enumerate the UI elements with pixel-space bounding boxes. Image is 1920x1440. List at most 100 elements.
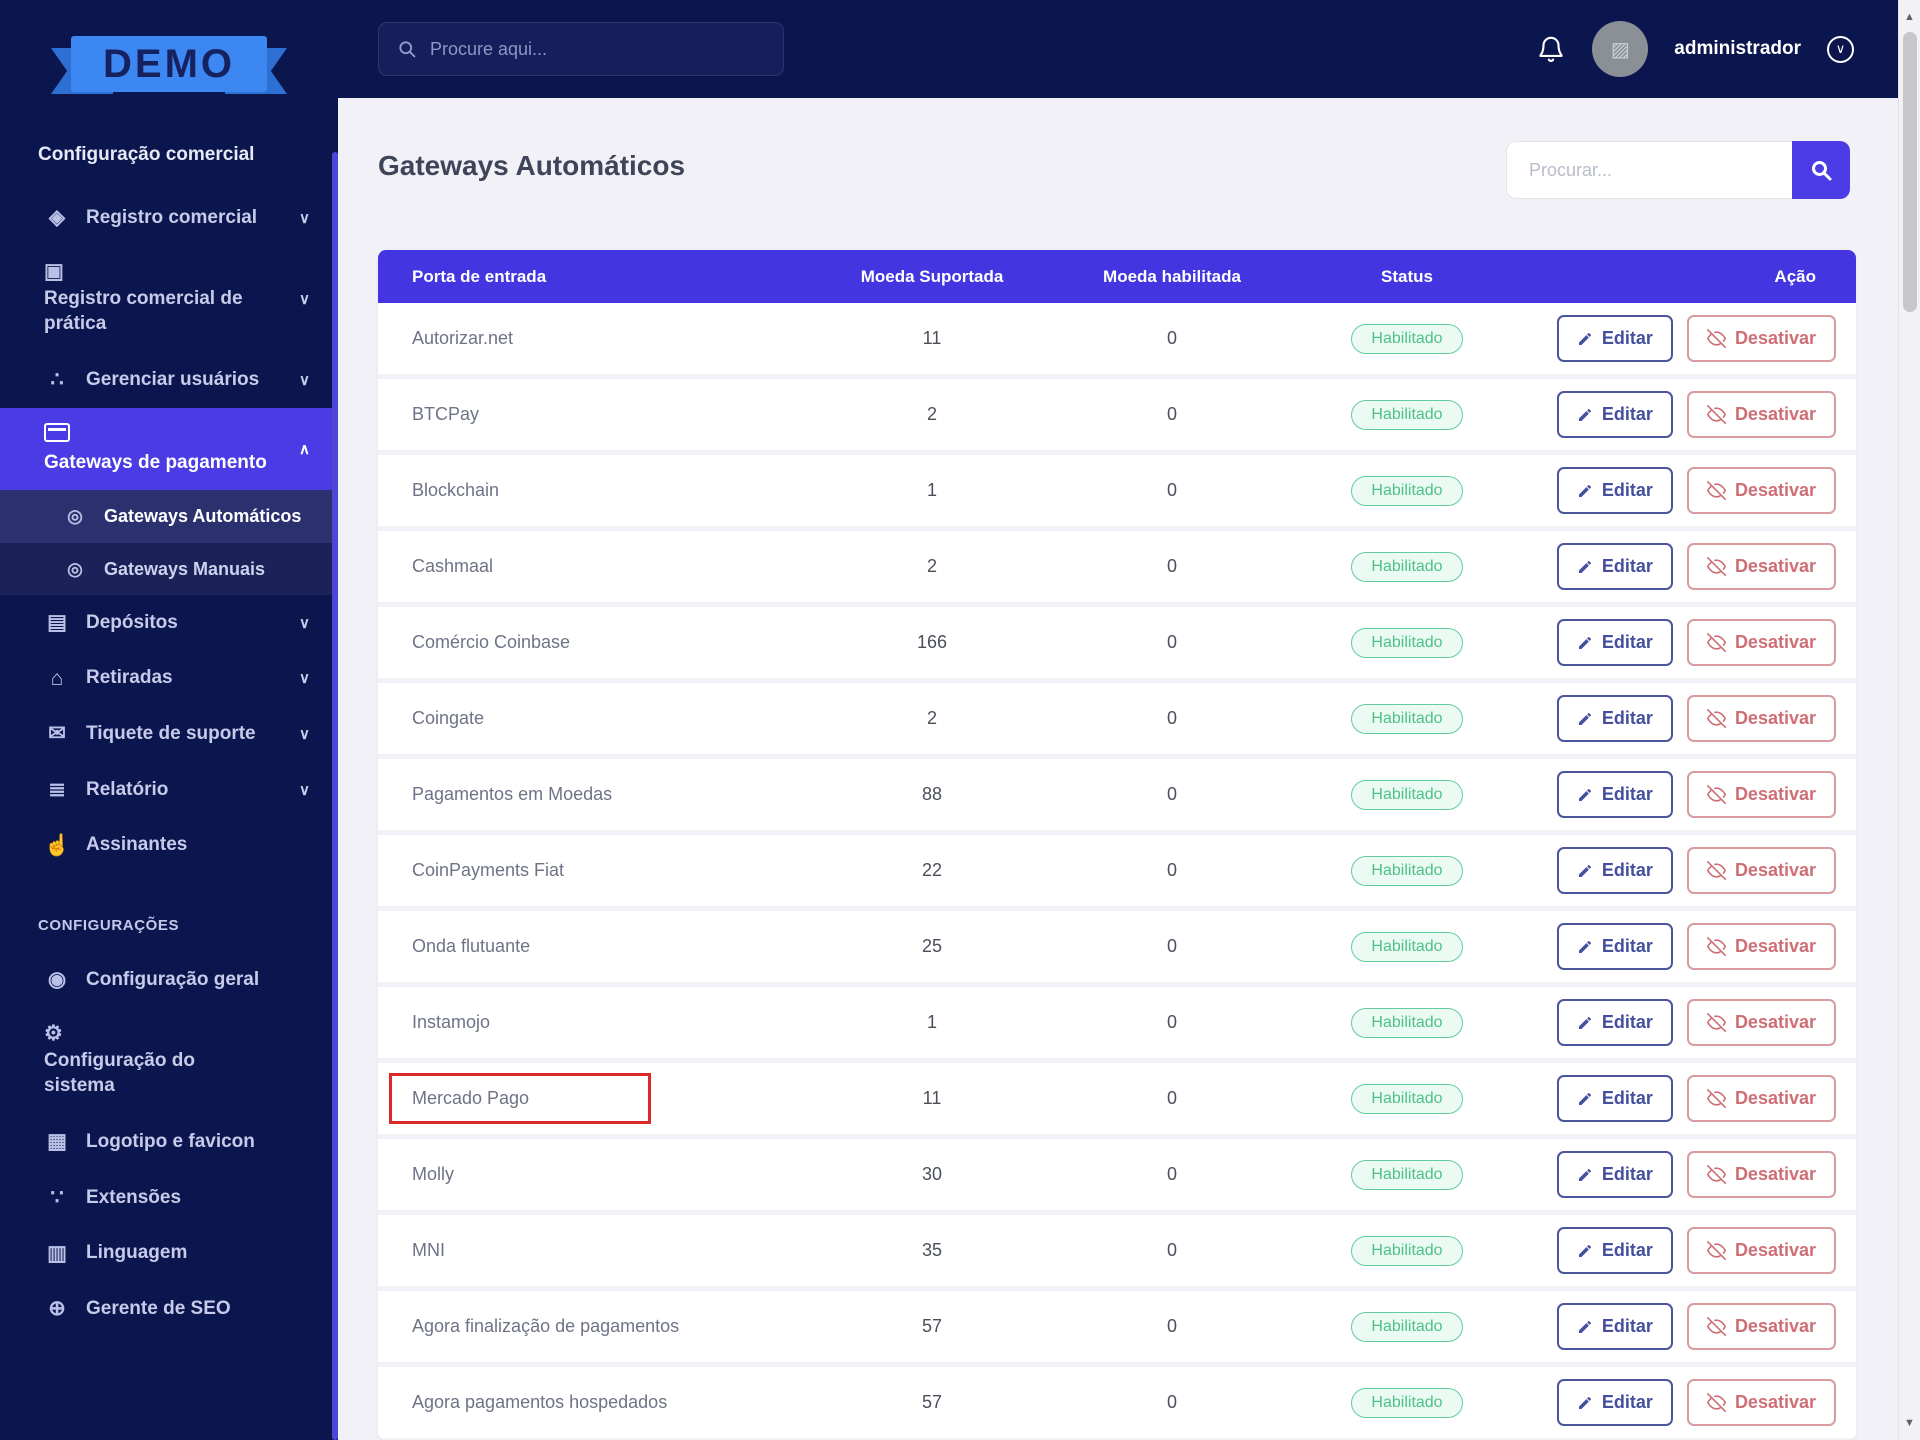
disable-button[interactable]: Desativar xyxy=(1686,1151,1836,1198)
disable-button[interactable]: Desativar xyxy=(1686,619,1836,666)
edit-button-label: Editar xyxy=(1601,1088,1653,1108)
eye-slash-icon xyxy=(1706,785,1726,804)
edit-button[interactable]: Editar xyxy=(1556,847,1673,894)
enabled-currency-count: 0 xyxy=(1166,708,1177,728)
edit-button[interactable]: Editar xyxy=(1556,391,1673,438)
disable-button-label: Desativar xyxy=(1734,1240,1816,1260)
disable-button[interactable]: Desativar xyxy=(1686,771,1836,818)
edit-button[interactable]: Editar xyxy=(1556,1303,1673,1350)
sidebar-item-extensoes[interactable]: ∵ Extensões xyxy=(0,1170,338,1226)
enabled-currency-count: 0 xyxy=(1166,1012,1177,1032)
edit-button[interactable]: Editar xyxy=(1556,315,1673,362)
credit-card-icon xyxy=(44,422,70,446)
scrollbar-down-arrow-icon[interactable]: ▼ xyxy=(1899,1412,1920,1434)
pencil-icon xyxy=(1578,864,1591,877)
gateways-table-card: Porta de entrada Moeda Suportada Moeda h… xyxy=(378,250,1856,1440)
sidebar-item-logotipo-e-favicon[interactable]: ▦ Logotipo e favicon xyxy=(0,1114,338,1170)
disable-button[interactable]: Desativar xyxy=(1686,1227,1836,1274)
sidebar-item-linguagem[interactable]: ▥ Linguagem xyxy=(0,1225,338,1281)
disable-button[interactable]: Desativar xyxy=(1686,1075,1836,1122)
sidebar-item-relatorio[interactable]: ≣ Relatório ∨ xyxy=(0,762,338,818)
app-window: DEMO Configuração comercial ◈ Registro com… xyxy=(0,0,1920,1440)
sidebar-item-tiquete-de-suporte[interactable]: ✉ Tiquete de suporte ∨ xyxy=(0,706,338,762)
pencil-icon xyxy=(1578,940,1591,953)
sidebar-item-configuracao-do-sistema[interactable]: ⚙ Configuração do sistema xyxy=(0,1008,338,1114)
sidebar-item-registro-comercial-de-pratica[interactable]: ▣ Registro comercial de prática ∨ xyxy=(0,246,338,352)
edit-button[interactable]: Editar xyxy=(1556,1151,1673,1198)
disable-button[interactable]: Desativar xyxy=(1686,923,1836,970)
scrollbar-thumb[interactable] xyxy=(1903,32,1917,312)
edit-button-label: Editar xyxy=(1601,708,1653,728)
disable-button[interactable]: Desativar xyxy=(1686,315,1836,362)
table-row: Coingate 2 0 Habilitado Editar Desativar xyxy=(378,683,1856,759)
edit-button[interactable]: Editar xyxy=(1556,923,1673,970)
circle-dot-icon: ◎ xyxy=(67,558,83,579)
edit-button[interactable]: Editar xyxy=(1556,999,1673,1046)
disable-button-label: Desativar xyxy=(1734,708,1816,728)
supported-currency-count: 2 xyxy=(926,404,937,424)
sidebar-item-retiradas[interactable]: ⌂ Retiradas ∨ xyxy=(0,650,338,706)
eye-slash-icon xyxy=(1706,1089,1726,1108)
sidebar-item-gerenciar-usuarios[interactable]: ∴ Gerenciar usuários ∨ xyxy=(0,352,338,408)
disable-button[interactable]: Desativar xyxy=(1686,543,1836,590)
user-avatar[interactable]: ▨ xyxy=(1592,21,1649,77)
topbar-search xyxy=(378,22,784,76)
status-badge: Habilitado xyxy=(1351,475,1463,506)
sidebar-item-configuracao-geral[interactable]: ◉ Configuração geral xyxy=(0,952,338,1008)
table-row: Instamojo 1 0 Habilitado Editar Desativa… xyxy=(378,987,1856,1063)
ticket-icon: ✉ xyxy=(48,722,66,746)
sidebar-item-depositos[interactable]: ▤ Depósitos ∨ xyxy=(0,595,338,651)
edit-button[interactable]: Editar xyxy=(1556,619,1673,666)
enabled-currency-count: 0 xyxy=(1166,1316,1177,1336)
page-scrollbar[interactable]: ▲ ▼ xyxy=(1898,0,1920,1440)
table-row: Cashmaal 2 0 Habilitado Editar Desativar xyxy=(378,531,1856,607)
user-menu-chevron-down-icon[interactable]: ∨ xyxy=(1827,35,1854,63)
sidebar-item-gateways-de-pagamento[interactable]: Gateways de pagamento ∧ xyxy=(0,407,338,491)
sidebar-nav: Configuração comercial ◈ Registro comercia… xyxy=(0,144,338,1336)
disable-button[interactable]: Desativar xyxy=(1686,847,1836,894)
sidebar-item-assinantes[interactable]: ☝ Assinantes xyxy=(0,817,338,873)
edit-button[interactable]: Editar xyxy=(1556,467,1673,514)
edit-button[interactable]: Editar xyxy=(1556,1379,1673,1426)
chevron-down-icon: ∨ xyxy=(299,290,310,308)
enabled-currency-count: 0 xyxy=(1166,860,1177,880)
table-search-input[interactable] xyxy=(1506,141,1792,199)
edit-button[interactable]: Editar xyxy=(1556,695,1673,742)
sidebar-item-label: Tiquete de suporte xyxy=(86,723,256,745)
edit-button[interactable]: Editar xyxy=(1556,771,1673,818)
sidebar-item-gateways-manuais[interactable]: ◎ Gateways Manuais xyxy=(0,542,338,595)
status-badge: Habilitado xyxy=(1351,1387,1463,1418)
supported-currency-count: 166 xyxy=(916,632,948,652)
disable-button-label: Desativar xyxy=(1734,860,1816,880)
brand-logo[interactable]: DEMO xyxy=(51,36,287,102)
username-label: administrador xyxy=(1674,38,1801,59)
disable-button-label: Desativar xyxy=(1734,1088,1816,1108)
disable-button-label: Desativar xyxy=(1734,328,1816,348)
supported-currency-count: 57 xyxy=(921,1392,943,1412)
sidebar-scrollbar[interactable] xyxy=(332,152,338,1440)
disable-button[interactable]: Desativar xyxy=(1686,695,1836,742)
table-row: Autorizar.net 11 0 Habilitado Editar Des… xyxy=(378,303,1856,379)
topbar-search-input[interactable] xyxy=(430,38,765,60)
disable-button[interactable]: Desativar xyxy=(1686,391,1836,438)
table-search-button[interactable] xyxy=(1792,141,1850,199)
edit-button[interactable]: Editar xyxy=(1556,1227,1673,1274)
pencil-icon xyxy=(1578,1016,1591,1029)
disable-button[interactable]: Desativar xyxy=(1686,1303,1836,1350)
eye-slash-icon xyxy=(1706,1393,1726,1412)
sidebar-item-gateways-automaticos[interactable]: ◎ Gateways Automáticos xyxy=(0,490,338,543)
gateway-name: BTCPay xyxy=(412,404,480,424)
edit-button[interactable]: Editar xyxy=(1556,543,1673,590)
status-badge: Habilitado xyxy=(1351,779,1463,810)
disable-button[interactable]: Desativar xyxy=(1686,1379,1836,1426)
sidebar-item-gerente-de-seo[interactable]: ⊕ Gerente de SEO xyxy=(0,1281,338,1337)
tags-icon: ◈ xyxy=(48,206,66,230)
disable-button[interactable]: Desativar xyxy=(1686,467,1836,514)
sidebar-item-registro-comercial[interactable]: ◈ Registro comercial ∨ xyxy=(0,190,338,246)
edit-button[interactable]: Editar xyxy=(1556,1075,1673,1122)
notifications-bell-icon[interactable] xyxy=(1536,34,1566,64)
disable-button[interactable]: Desativar xyxy=(1686,999,1836,1046)
enabled-currency-count: 0 xyxy=(1166,936,1177,956)
scrollbar-up-arrow-icon[interactable]: ▲ xyxy=(1899,6,1920,28)
supported-currency-count: 11 xyxy=(922,1088,942,1108)
